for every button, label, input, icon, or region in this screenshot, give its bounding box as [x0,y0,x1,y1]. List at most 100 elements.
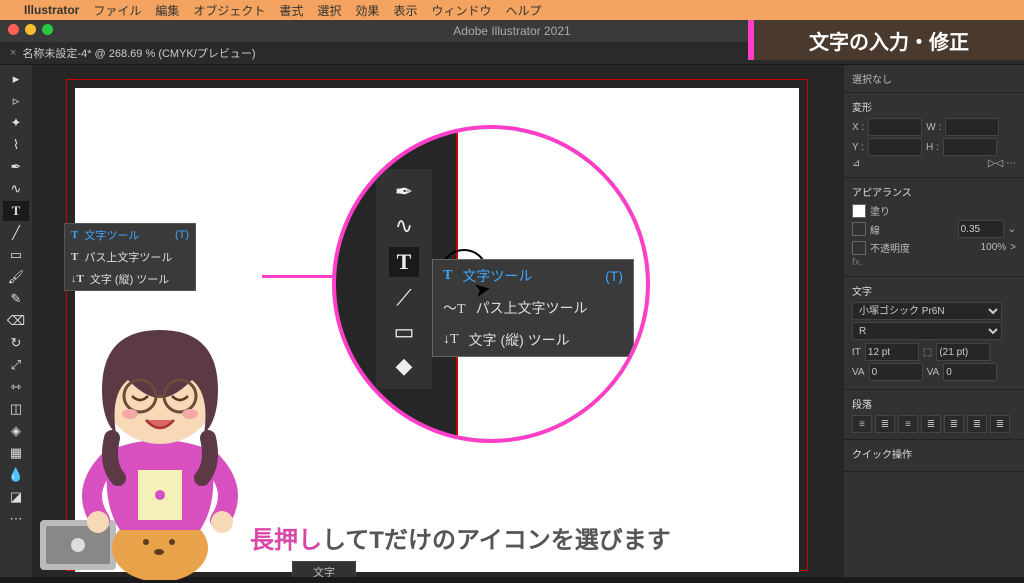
paintbrush-tool-icon[interactable]: 🖌 [3,267,29,287]
justify-center-button[interactable]: ≣ [944,415,964,433]
transform-header: 変形 [852,99,1016,114]
x-label: X : [852,122,864,133]
align-left-button[interactable]: ≡ [852,415,872,433]
magnifier-overlay: ✒ ∿ T ⟋ ▭ ◆ ➤ T 文字ツール (T) 〜T パス上文字ツール [332,125,650,443]
menu-format[interactable]: 書式 [279,2,303,19]
zoom-rect-icon: ▭ [394,319,415,345]
kerning-input[interactable] [943,363,997,381]
menu-help[interactable]: ヘルプ [505,2,541,19]
tab-close-icon[interactable]: × [10,47,16,59]
free-transform-tool-icon[interactable]: ◫ [3,399,29,419]
path-type-icon: T [71,251,78,263]
traffic-lights [0,20,61,39]
x-input[interactable] [868,118,922,136]
zoom-flyout: T 文字ツール (T) 〜T パス上文字ツール ↓T 文字 (縦) ツール [432,259,634,357]
line-tool-icon[interactable]: ╱ [3,223,29,243]
flyout-label: 文字ツール [84,227,139,243]
fill-label: 塗り [870,203,890,218]
h-label: H : [926,142,939,153]
width-tool-icon[interactable]: ⇿ [3,377,29,397]
w-input[interactable] [945,118,999,136]
flyout-item-vertical-type[interactable]: ↓T 文字 (縦) ツール [65,268,195,290]
zoom-flyout-path-type: 〜T パス上文字ツール [433,292,633,324]
color-mode-icon[interactable]: ⋯ [3,509,29,529]
minimize-icon[interactable] [25,24,36,35]
zoom-flyout-vertical-type: ↓T 文字 (縦) ツール [433,324,633,356]
panel-appearance: アピアランス 塗り 線 ⌄ 不透明度 100% > fx. [844,178,1024,277]
kerning-icon: VA [927,367,940,378]
fill-stroke-icon[interactable]: ◪ [3,487,29,507]
menu-edit[interactable]: 編集 [155,2,179,19]
magic-wand-tool-icon[interactable]: ✦ [3,113,29,133]
panel-selection: 選択なし [844,65,1024,93]
w-label: W : [926,122,941,133]
pen-tool-icon[interactable]: ✒ [3,157,29,177]
font-weight-select[interactable]: R [852,322,1002,340]
leading-icon: ⬚ [923,347,932,358]
menu-view[interactable]: 表示 [393,2,417,19]
vertical-type-icon: ↓T [71,273,84,285]
path-type-icon: 〜T [443,298,466,318]
vertical-type-icon: ↓T [443,332,459,348]
flyout-shortcut: (T) [175,229,189,241]
caption-rest: してTだけのアイコンを選びます [322,527,671,554]
eyedropper-tool-icon[interactable]: 💧 [3,465,29,485]
type-icon: T [443,268,452,284]
zoom-curve-icon: ∿ [395,213,413,239]
stroke-unit: ⌄ [1008,224,1016,235]
tracking-icon: VA [852,367,865,378]
zoom-line-icon: ⟋ [396,285,411,311]
menu-effect[interactable]: 効果 [355,2,379,19]
rotate-tool-icon[interactable]: ↻ [3,333,29,353]
type-tool-icon[interactable]: T [3,201,29,221]
justify-left-button[interactable]: ≣ [921,415,941,433]
align-right-button[interactable]: ≡ [898,415,918,433]
lasso-tool-icon[interactable]: ⌇ [3,135,29,155]
justify-all-button[interactable]: ≣ [990,415,1010,433]
align-center-button[interactable]: ≣ [875,415,895,433]
tracking-input[interactable] [869,363,923,381]
panel-character: 文字 小塚ゴシック Pr6N R tT ⬚ VA VA [844,277,1024,390]
zoom-flyout-type: T 文字ツール (T) [433,260,633,292]
gradient-tool-icon[interactable]: ▦ [3,443,29,463]
zoom-type-icon: T [389,247,420,277]
selection-tool-icon[interactable]: ▸ [3,69,29,89]
opacity-value[interactable]: 100% [981,242,1007,253]
menu-object[interactable]: オブジェクト [193,2,265,19]
type-icon: T [71,229,78,241]
zoom-toolbox: ✒ ∿ T ⟋ ▭ ◆ [376,169,432,389]
caption-emphasis: 長押し [250,527,322,554]
angle-icon: ⊿ [852,158,860,169]
fill-swatch-icon[interactable] [852,204,866,218]
flyout-item-type[interactable]: T 文字ツール (T) [65,224,195,246]
close-icon[interactable] [8,24,19,35]
justify-right-button[interactable]: ≣ [967,415,987,433]
flyout-item-path-type[interactable]: T パス上文字ツール [65,246,195,268]
y-input[interactable] [868,138,922,156]
direct-selection-tool-icon[interactable]: ▹ [3,91,29,111]
shape-builder-tool-icon[interactable]: ◈ [3,421,29,441]
font-family-select[interactable]: 小塚ゴシック Pr6N [852,302,1002,320]
stroke-label: 線 [870,222,880,237]
menu-file[interactable]: ファイル [93,2,141,19]
tutorial-banner: 文字の入力・修正 [748,20,1024,60]
scale-tool-icon[interactable]: ⤢ [3,355,29,375]
zoom-icon[interactable] [42,24,53,35]
tutorial-character [40,320,250,583]
menu-select[interactable]: 選択 [317,2,341,19]
shaper-tool-icon[interactable]: ✎ [3,289,29,309]
leading-input[interactable] [936,343,990,361]
font-size-input[interactable] [865,343,919,361]
h-input[interactable] [943,138,997,156]
curvature-tool-icon[interactable]: ∿ [3,179,29,199]
rectangle-tool-icon[interactable]: ▭ [3,245,29,265]
fx-label[interactable]: fx. [852,257,863,268]
stroke-weight-input[interactable] [958,220,1004,238]
menu-window[interactable]: ウィンドウ [431,2,491,19]
eraser-tool-icon[interactable]: ⌫ [3,311,29,331]
mac-menubar: Illustrator ファイル 編集 オブジェクト 書式 選択 効果 表示 ウ… [0,0,1024,20]
flip-icon[interactable]: ▷◁ ⋯ [988,158,1016,169]
stroke-swatch-icon[interactable] [852,222,866,236]
magnifier-stick [262,275,337,278]
app-name[interactable]: Illustrator [24,3,79,17]
